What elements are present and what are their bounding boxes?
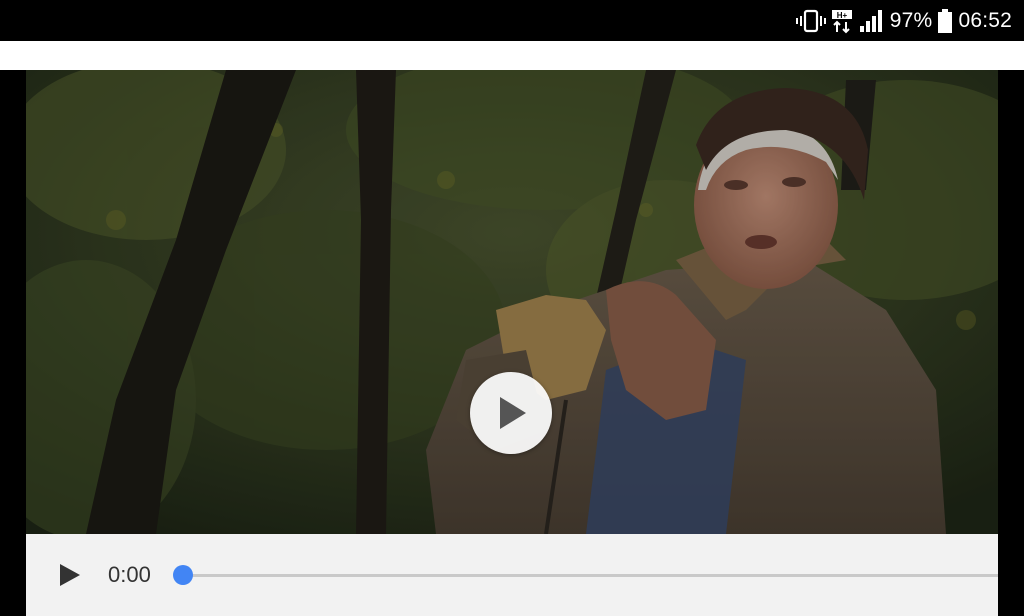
signal-icon [859,8,884,34]
player-controls: 0:00 [26,534,998,616]
app-header-band [0,41,1024,70]
progress-track[interactable] [183,574,998,577]
svg-text:H+: H+ [837,11,848,20]
status-icons: H+ 97% 06:52 [795,0,1012,41]
battery-percent: 97% [889,8,933,32]
play-icon [494,395,528,431]
control-play-button[interactable] [56,560,84,590]
progress-thumb[interactable] [173,565,193,585]
video-still [26,70,998,534]
current-time: 0:00 [108,562,151,587]
status-bar: H+ 97% 06:52 [0,0,1024,41]
vibrate-icon [795,8,826,34]
play-icon [60,564,80,586]
video-frame-image[interactable] [26,70,998,534]
play-button[interactable] [470,372,552,454]
clock: 06:52 [958,8,1012,32]
video-player: 0:00 [0,70,1024,616]
data-transfer-icon: H+ [831,8,854,34]
battery-icon [938,8,953,34]
